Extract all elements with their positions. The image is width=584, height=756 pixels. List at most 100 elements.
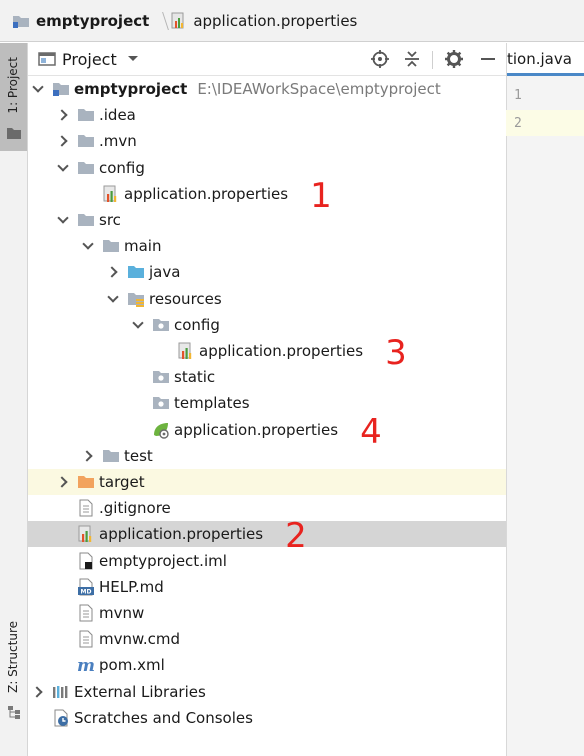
line-number: 2 [514,116,522,131]
tree-item[interactable]: java [28,259,506,285]
chevron-right-icon[interactable] [80,448,96,464]
breadcrumb-file-label: application.properties [193,11,358,30]
tree-item-label: mvnw [99,604,145,622]
properties-file-icon [102,185,120,203]
tree-item[interactable]: emptyproject.iml [28,548,506,574]
tree-item-label: .gitignore [99,499,171,518]
markdown-file-icon: MD [77,578,95,596]
tree-item-label: java [149,263,181,282]
tree-item[interactable]: mvnw.cmd [28,626,506,652]
chevron-down-icon[interactable] [55,212,71,228]
chevron-down-icon[interactable] [30,81,46,97]
tree-item-label: src [99,211,121,229]
chevron-down-icon[interactable] [55,160,71,176]
chevron-down-icon[interactable] [127,55,139,63]
tree-item[interactable]: application.properties 3 [28,336,506,370]
tree-item-label: application.properties [124,184,289,203]
structure-icon [8,706,20,719]
collapse-all-icon[interactable] [402,49,422,69]
structure-tool-tab[interactable]: Z: Structure [0,615,27,725]
tree-item-label: emptyproject.iml [99,551,227,570]
tree-item[interactable]: target [28,469,506,495]
locate-icon[interactable] [370,49,390,69]
folder-icon [102,237,120,255]
tree-item[interactable]: emptyproject E:\IDEAWorkSpace\emptyprojec… [28,76,506,102]
tree-item-label: emptyproject [74,80,188,98]
tree-item-label: config [174,315,220,334]
folder-icon [77,211,95,229]
tree-item[interactable]: m pom.xml [28,652,506,678]
tree-item[interactable]: MD HELP.md [28,574,506,600]
tree-item[interactable]: config [28,312,506,338]
tree-item[interactable]: static [28,364,506,390]
tree-item-label: External Libraries [74,682,206,701]
tree-item-label: application.properties [99,525,264,544]
project-tree: emptyproject E:\IDEAWorkSpace\emptyprojec… [28,76,506,756]
tree-item-label: resources [149,289,222,308]
tree-item[interactable]: application.properties 1 [28,179,506,213]
tree-item[interactable]: .gitignore [28,495,506,521]
properties-file-icon [171,12,184,28]
header-divider [432,51,433,69]
project-view-icon [38,52,56,66]
tree-item[interactable]: application.properties 4 [28,415,506,449]
chevron-right-icon[interactable] [55,107,71,123]
chevron-right-icon[interactable] [55,133,71,149]
folder-icon [102,447,120,465]
project-tool-tab[interactable]: 1: Project [0,43,27,151]
chevron-right-icon[interactable] [30,684,46,700]
text-file-icon [77,630,95,648]
chevron-down-icon[interactable] [105,291,121,307]
line-number: 1 [514,88,522,103]
chevron-right-icon[interactable] [55,474,71,490]
hide-icon[interactable] [478,49,498,69]
editor-tab[interactable]: tion.java [506,43,584,76]
tree-item[interactable]: mvnw [28,600,506,626]
tree-item-label: pom.xml [99,656,165,675]
tree-item-label: mvnw.cmd [99,630,181,649]
tree-item-label: Scratches and Consoles [74,708,253,727]
resources-folder-icon [127,290,145,308]
tree-item[interactable]: application.properties 2 [28,519,506,553]
tree-item[interactable]: .mvn [28,128,506,154]
folder-icon [13,15,29,28]
tree-item[interactable]: main [28,233,506,259]
folder-icon [77,159,95,177]
tree-item[interactable]: templates [28,390,506,416]
iml-file-icon [77,552,95,570]
folder-icon [77,132,95,150]
chevron-down-icon[interactable] [130,317,146,333]
breadcrumb: emptyproject application.properties [0,0,584,42]
libraries-icon [52,683,70,701]
tree-item[interactable]: src [28,207,506,233]
project-view-selector[interactable]: Project [62,50,117,69]
chevron-down-icon[interactable] [80,238,96,254]
tree-item-label: templates [174,394,250,413]
tree-item-label: test [124,446,153,465]
breadcrumb-separator [153,0,167,42]
breadcrumb-project[interactable]: emptyproject [12,0,149,42]
chevron-right-icon[interactable] [105,264,121,280]
project-panel-header: Project [28,43,506,76]
folder-icon [77,106,95,124]
spring-config-icon [152,421,170,439]
tree-item[interactable]: .idea [28,102,506,128]
tree-item[interactable]: External Libraries [28,679,506,705]
gear-icon[interactable] [444,49,464,69]
breadcrumb-file[interactable]: application.properties [171,0,357,42]
tree-item[interactable]: test [28,443,506,469]
package-folder-icon [152,394,170,412]
tree-item[interactable]: config [28,155,506,181]
tree-item[interactable]: resources [28,286,506,312]
properties-file-icon [77,525,95,543]
tree-item[interactable]: Scratches and Consoles [28,705,506,731]
